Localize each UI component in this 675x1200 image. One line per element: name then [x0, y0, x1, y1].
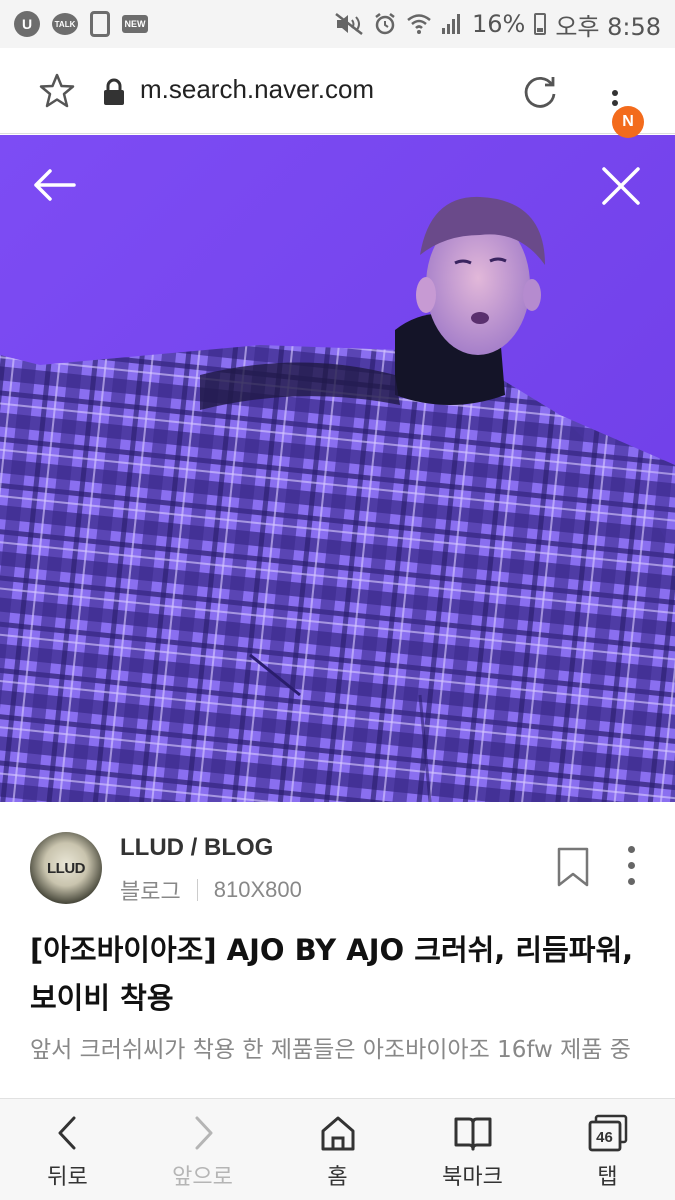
- lock-icon: [104, 78, 124, 105]
- nav-back[interactable]: 뒤로: [0, 1099, 135, 1200]
- menu-dot: [612, 90, 618, 96]
- battery-icon: [534, 13, 547, 35]
- source-type: 블로그: [120, 880, 181, 905]
- tab-count: 46: [596, 1128, 613, 1146]
- meta-divider: [196, 879, 198, 901]
- more-dot: [628, 862, 635, 869]
- nav-forward[interactable]: 앞으로: [135, 1099, 270, 1200]
- reload-icon[interactable]: [521, 72, 559, 110]
- system-indicators: 16% 오후 8:58: [334, 7, 661, 42]
- close-icon[interactable]: [598, 163, 644, 209]
- result-title[interactable]: [아조바이아조] AJO BY AJO 크러쉬, 리듬파워, 보이비 착용: [30, 926, 645, 1022]
- more-options-button[interactable]: [618, 842, 646, 888]
- bookmark-book-icon: [453, 1113, 493, 1153]
- browser-bottom-nav: 뒤로 앞으로 홈 북마크 46 탭: [0, 1098, 675, 1200]
- more-dot: [628, 846, 635, 853]
- url-field[interactable]: m.search.naver.com: [140, 74, 374, 105]
- image-size: 810X800: [213, 877, 302, 902]
- favorite-star-icon[interactable]: [38, 72, 76, 110]
- nav-back-label: 뒤로: [47, 1165, 88, 1190]
- signal-icon: [441, 14, 460, 34]
- more-dot: [628, 878, 635, 885]
- forward-arrow-icon: [183, 1113, 223, 1153]
- nav-bookmarks[interactable]: 북마크: [405, 1099, 540, 1200]
- notification-badge[interactable]: N: [612, 106, 644, 138]
- nav-bookmarks-label: 북마크: [442, 1165, 503, 1190]
- result-description: 앞서 크러쉬씨가 착용 한 제품들은 아조바이아조 16fw 제품 중: [30, 1037, 631, 1063]
- wifi-icon: [407, 14, 431, 34]
- alarm-icon: [375, 13, 395, 35]
- phone-notification-icon: [90, 11, 110, 37]
- performer-photo: [0, 135, 675, 802]
- source-name[interactable]: LLUD / BLOG: [120, 834, 273, 862]
- back-arrow-icon[interactable]: [30, 165, 78, 205]
- nav-tabs[interactable]: 46 탭: [540, 1099, 675, 1200]
- menu-dot: [612, 100, 618, 106]
- browser-address-bar: m.search.naver.com N: [0, 48, 675, 138]
- bookmark-icon[interactable]: [556, 846, 590, 888]
- battery-percent: 16%: [471, 10, 526, 38]
- tabs-icon: 46: [588, 1113, 628, 1153]
- u-plus-icon: U: [14, 11, 40, 37]
- notification-icons: U TALK NEW: [14, 11, 148, 37]
- image-result-card: LLUD LLUD / BLOG 블로그 810X800 [아조바이아조] AJ…: [0, 802, 675, 1098]
- avatar-logo-text: LLUD: [47, 859, 86, 877]
- new-badge-icon: NEW: [122, 15, 148, 33]
- nav-tabs-label: 탭: [597, 1165, 618, 1190]
- image-viewer-photo[interactable]: [0, 135, 675, 802]
- nav-home-label: 홈: [327, 1165, 348, 1190]
- nav-home[interactable]: 홈: [270, 1099, 405, 1200]
- home-icon: [318, 1113, 358, 1153]
- clock: 오후 8:58: [555, 12, 661, 41]
- blog-avatar[interactable]: LLUD: [30, 832, 102, 904]
- phone-screen: U TALK NEW 16% 오후 8:58 m.search.naver.co…: [0, 0, 675, 1200]
- kakaotalk-icon: TALK: [52, 13, 78, 35]
- nav-forward-label: 앞으로: [172, 1165, 233, 1190]
- back-arrow-icon: [48, 1113, 88, 1153]
- source-meta: 블로그 810X800: [120, 874, 302, 906]
- status-bar: U TALK NEW 16% 오후 8:58: [0, 0, 675, 48]
- mute-icon: [335, 13, 363, 35]
